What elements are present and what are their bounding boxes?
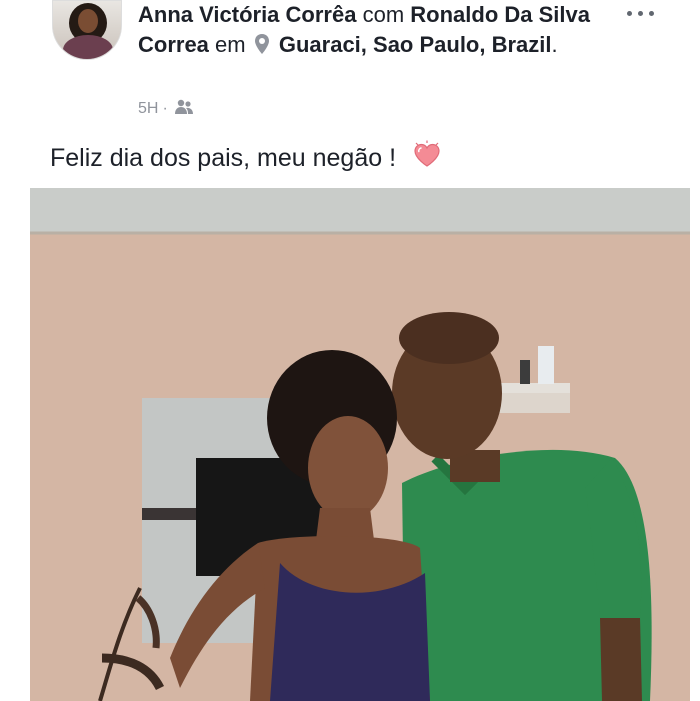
photo-man-arm: [600, 618, 642, 701]
photo-illustration: [30, 188, 690, 701]
with-connector: com: [362, 2, 405, 27]
photo-small-bottle: [520, 360, 530, 384]
post-photo[interactable]: [30, 188, 690, 701]
timestamp-link[interactable]: 5H: [138, 100, 158, 118]
more-dot-3: [648, 10, 654, 16]
more-options-icon[interactable]: [622, 6, 658, 20]
author-avatar[interactable]: [52, 0, 122, 60]
photo-man-scalp: [399, 312, 499, 364]
location-period: .: [551, 32, 558, 57]
friends-icon[interactable]: [174, 99, 194, 120]
photo-bottle: [538, 346, 554, 384]
avatar-body: [63, 35, 113, 59]
author-name-link[interactable]: Anna Victória Corrêa: [138, 2, 356, 27]
avatar-face: [78, 9, 98, 33]
location-pin-icon: [254, 33, 270, 63]
heart-emoji-icon: [412, 140, 442, 177]
meta-separator: ·: [162, 100, 168, 117]
post-header: Anna Victória Corrêa com Ronaldo Da Silv…: [138, 0, 608, 63]
location-link[interactable]: Guaraci, Sao Paulo, Brazil: [279, 32, 552, 57]
photo-ceiling: [30, 188, 690, 233]
photo-woman-face: [308, 416, 388, 520]
message-text: Feliz dia dos pais, meu negão !: [50, 144, 397, 172]
more-dot-2: [637, 10, 643, 16]
at-connector: em: [215, 32, 246, 57]
post-meta: 5H ·: [138, 98, 194, 120]
more-dot-1: [626, 10, 632, 16]
post-message: Feliz dia dos pais, meu negão !: [50, 140, 442, 177]
